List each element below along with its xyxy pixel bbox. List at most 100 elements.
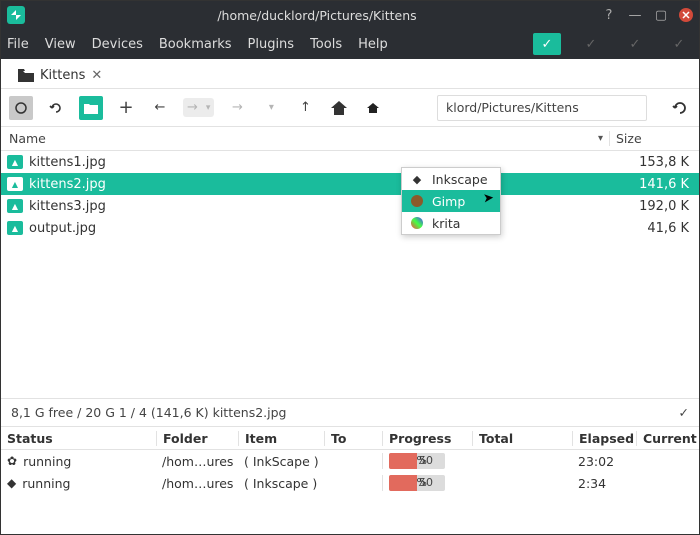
maximize-icon[interactable]: ▢ xyxy=(653,7,669,23)
menu-tools[interactable]: Tools xyxy=(310,37,342,52)
file-list: ▲ kittens1.jpg153,8 K ▲ kittens2.jpg141,6 K… xyxy=(1,151,699,239)
task-col-progress[interactable]: Progress xyxy=(382,431,472,446)
home-icon[interactable] xyxy=(328,97,350,119)
progress-bar: 50% xyxy=(389,453,472,469)
task-status: running xyxy=(22,476,70,491)
image-icon: ▲ xyxy=(7,155,23,169)
chevron-down-icon[interactable]: ▾ xyxy=(206,103,211,113)
context-menu-label: Gimp xyxy=(432,194,465,209)
menu-devices[interactable]: Devices xyxy=(92,37,143,52)
nav-back-icon[interactable]: ← xyxy=(149,97,171,119)
close-icon[interactable] xyxy=(679,8,693,22)
titlebar: /home/ducklord/Pictures/Kittens ? — ▢ xyxy=(1,1,699,29)
file-size: 153,8 K xyxy=(609,155,699,170)
menu-help[interactable]: Help xyxy=(358,37,388,52)
task-col-total[interactable]: Total xyxy=(472,431,572,446)
task-col-status[interactable]: Status xyxy=(1,431,156,446)
context-menu-item[interactable]: ◆ Inkscape xyxy=(402,168,500,190)
task-elapsed: 23:02 xyxy=(572,454,636,469)
file-row[interactable]: ▲ output.jpg41,6 K xyxy=(1,217,699,239)
folder-icon xyxy=(18,69,34,82)
back-button-icon[interactable] xyxy=(45,97,67,119)
image-icon: ▲ xyxy=(7,221,23,235)
chevron-down-2-icon[interactable]: ▾ xyxy=(260,97,282,119)
task-item: ( InkScape ) xyxy=(238,454,324,469)
gear-icon: ✿ xyxy=(7,454,17,468)
task-item: ( Inkscape ) xyxy=(238,476,324,491)
task-folder: /hom…ures xyxy=(156,476,238,491)
add-button-icon[interactable]: + xyxy=(115,97,137,119)
columns-header: Name ▾ Size xyxy=(1,127,699,151)
app-icon xyxy=(7,6,25,24)
nav-forward-2-icon[interactable]: → xyxy=(226,97,248,119)
nav-forward-group[interactable]: → ▾ xyxy=(183,98,214,117)
menu-plugins[interactable]: Plugins xyxy=(248,37,295,52)
tabbar: Kittens ✕ xyxy=(1,59,699,89)
task-status: running xyxy=(23,454,71,469)
column-size-label: Size xyxy=(616,131,642,146)
status-text: 8,1 G free / 20 G 1 / 4 (141,6 K) kitten… xyxy=(11,405,286,420)
task-col-folder[interactable]: Folder xyxy=(156,431,238,446)
file-name: output.jpg xyxy=(29,221,609,236)
menu-bookmarks[interactable]: Bookmarks xyxy=(159,37,232,52)
file-row[interactable]: ▲ kittens3.jpg192,0 K xyxy=(1,195,699,217)
file-size: 41,6 K xyxy=(609,221,699,236)
task-elapsed: 2:34 xyxy=(572,476,636,491)
column-name-label: Name xyxy=(9,131,46,146)
help-button-icon[interactable]: ? xyxy=(601,7,617,23)
nav-up-icon[interactable]: ↑ xyxy=(294,97,316,119)
task-col-item[interactable]: Item xyxy=(238,431,324,446)
file-name: kittens3.jpg xyxy=(29,199,609,214)
task-col-elapsed[interactable]: Elapsed xyxy=(572,431,636,446)
context-menu-label: Inkscape xyxy=(432,172,488,187)
tab-label: Kittens xyxy=(40,68,85,83)
view-mode-button[interactable] xyxy=(9,96,33,120)
image-icon: ▲ xyxy=(7,199,23,213)
window-title: /home/ducklord/Pictures/Kittens xyxy=(33,8,601,23)
task-header: Status Folder Item To Progress Total Ela… xyxy=(1,426,699,450)
check-toggle-2-icon[interactable]: ✓ xyxy=(577,33,605,55)
task-folder: /hom…ures xyxy=(156,454,238,469)
minimize-icon[interactable]: — xyxy=(627,7,643,23)
status-line: 8,1 G free / 20 G 1 / 4 (141,6 K) kitten… xyxy=(1,398,699,426)
file-area: Name ▾ Size ▲ kittens1.jpg153,8 K ▲ kittens… xyxy=(1,127,699,426)
file-size: 192,0 K xyxy=(609,199,699,214)
file-row[interactable]: ▲ kittens1.jpg153,8 K xyxy=(1,151,699,173)
menu-view[interactable]: View xyxy=(45,37,76,52)
file-row[interactable]: ▲ kittens2.jpg141,6 K xyxy=(1,173,699,195)
column-name[interactable]: Name ▾ xyxy=(1,131,609,146)
tab-kittens[interactable]: Kittens ✕ xyxy=(9,63,111,88)
status-check-icon[interactable]: ✓ xyxy=(679,405,689,420)
app-icon xyxy=(410,194,424,208)
context-menu-item[interactable]: krita xyxy=(402,212,500,234)
context-menu-label: krita xyxy=(432,216,460,231)
progress-bar: 50% xyxy=(389,475,472,491)
sort-caret-icon[interactable]: ▾ xyxy=(598,133,603,144)
menubar: File View Devices Bookmarks Plugins Tool… xyxy=(1,29,699,59)
column-size[interactable]: Size xyxy=(609,131,699,146)
app-icon: ◆ xyxy=(410,172,424,186)
task-col-current[interactable]: Current xyxy=(636,431,699,446)
menu-file[interactable]: File xyxy=(7,37,29,52)
check-toggle-3-icon[interactable]: ✓ xyxy=(621,33,649,55)
check-toggle-4-icon[interactable]: ✓ xyxy=(665,33,693,55)
reload-icon[interactable] xyxy=(669,97,691,119)
tab-close-icon[interactable]: ✕ xyxy=(91,68,102,83)
file-name: kittens1.jpg xyxy=(29,155,609,170)
task-row[interactable]: ◆ running/hom…ures( Inkscape ) 50% 2:34 xyxy=(1,472,699,494)
new-folder-button[interactable] xyxy=(79,96,103,120)
toolbar: + ← → ▾ → ▾ ↑ xyxy=(1,89,699,127)
file-name: kittens2.jpg xyxy=(29,177,609,192)
app-icon xyxy=(410,216,424,230)
cursor-icon: ➤ xyxy=(482,191,494,207)
open-with-icon[interactable] xyxy=(362,97,384,119)
check-toggle-1-icon[interactable]: ✓ xyxy=(533,33,561,55)
task-rows: ✿ running/hom…ures( InkScape ) 50% 23:02 ◆ ru… xyxy=(1,450,699,494)
task-col-to[interactable]: To xyxy=(324,431,382,446)
nav-forward-icon[interactable]: → xyxy=(187,100,198,115)
inkscape-icon: ◆ xyxy=(7,476,16,490)
image-icon: ▲ xyxy=(7,177,23,191)
path-input[interactable] xyxy=(437,95,647,121)
task-row[interactable]: ✿ running/hom…ures( InkScape ) 50% 23:02 xyxy=(1,450,699,472)
file-size: 141,6 K xyxy=(609,177,699,192)
